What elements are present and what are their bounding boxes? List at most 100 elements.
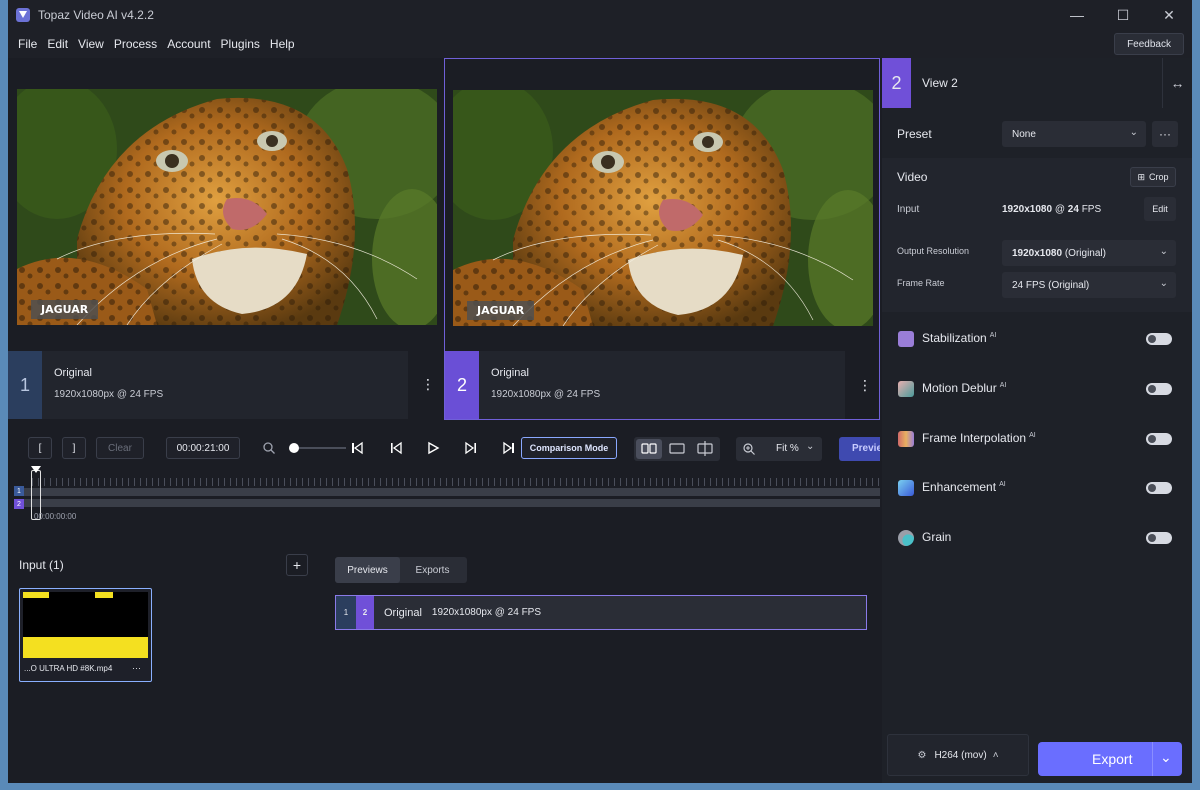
- preview-view-1-number: 1: [336, 596, 356, 629]
- timecode-field[interactable]: 00:00:21:00: [166, 437, 240, 459]
- prev-frame-icon[interactable]: [389, 441, 403, 458]
- ai-badge: AI: [999, 481, 1006, 488]
- next-frame-icon[interactable]: [464, 441, 478, 458]
- timeline-track-2[interactable]: [16, 499, 880, 507]
- viewer-area: JAGUAR 1 Original 1920x1080px @ 24 FPS ⋮: [8, 58, 880, 420]
- tab-previews[interactable]: Previews: [335, 557, 400, 583]
- preview-list-item[interactable]: 1 2 Original 1920x1080px @ 24 FPS: [335, 595, 867, 630]
- frame-interpolation-toggle[interactable]: [1146, 433, 1172, 445]
- preview-button-label: Previe: [852, 443, 880, 454]
- video-preview-image[interactable]: JAGUAR: [17, 89, 437, 325]
- input-file-card[interactable]: ...O ULTRA HD #8K.mp4 ···: [19, 588, 152, 682]
- tab-exports[interactable]: Exports: [400, 557, 465, 583]
- clear-button[interactable]: Clear: [96, 437, 144, 459]
- view-header: 2 View 2 ↔: [882, 58, 1192, 108]
- skip-start-icon[interactable]: [350, 441, 364, 458]
- view-pane-2[interactable]: JAGUAR 2 Original 1920x1080px @ 24 FPS ⋮: [444, 58, 880, 420]
- frame-rate-dropdown[interactable]: 24 FPS (Original) ⌄: [1002, 272, 1176, 298]
- output-resolution-value-bold: 1920x1080: [1012, 247, 1063, 259]
- stabilization-toggle[interactable]: [1146, 333, 1172, 345]
- chevron-down-icon: ⌄: [806, 441, 815, 452]
- pane-title: Original: [54, 367, 92, 379]
- split-view-layout-icon[interactable]: [692, 439, 718, 459]
- zoom-slider-handle[interactable]: [289, 443, 299, 453]
- edit-input-button[interactable]: Edit: [1144, 197, 1176, 221]
- input-fps-unit: FPS: [1081, 204, 1102, 215]
- zoom-dropdown[interactable]: Fit % ⌄: [736, 437, 822, 461]
- pane-info-text: Original 1920x1080px @ 24 FPS: [42, 351, 163, 419]
- crop-button[interactable]: ⊞ Crop: [1130, 167, 1176, 187]
- pane-info-bar[interactable]: 1 Original 1920x1080px @ 24 FPS: [8, 351, 408, 419]
- grain-label: Grain: [922, 530, 952, 544]
- add-input-button[interactable]: +: [286, 554, 308, 576]
- app-window: Topaz Video AI v4.2.2 — ☐ ✕ File Edit Vi…: [8, 0, 1192, 783]
- input-file-more-icon[interactable]: ···: [132, 663, 141, 673]
- export-button[interactable]: Export ⌄: [1038, 742, 1182, 776]
- enhancement-icon: [898, 480, 914, 496]
- single-view-layout-icon[interactable]: [664, 439, 690, 459]
- output-resolution-label: Output Resolution: [897, 246, 970, 256]
- chevron-down-icon: ⌄: [1159, 278, 1168, 289]
- output-resolution-dropdown[interactable]: 1920x1080 (Original) ⌄: [1002, 240, 1176, 266]
- pane-more-icon[interactable]: ⋮: [421, 376, 435, 393]
- side-by-side-layout-icon[interactable]: [636, 439, 662, 459]
- view-title: View 2: [922, 76, 958, 90]
- skip-end-icon[interactable]: [502, 441, 516, 458]
- comparison-mode-button[interactable]: Comparison Mode: [521, 437, 617, 459]
- playhead-marker-icon[interactable]: [31, 466, 41, 473]
- export-options-chevron-icon[interactable]: ⌄: [1160, 749, 1172, 766]
- preview-item-label: Original: [384, 606, 422, 619]
- frame-interpolation-icon: [898, 431, 914, 447]
- feature-grain: Grain: [882, 519, 1192, 555]
- pane-resolution: 1920x1080px @ 24 FPS: [54, 389, 164, 400]
- grain-toggle[interactable]: [1146, 532, 1172, 544]
- stabilization-label: Stabilization: [922, 331, 987, 345]
- menu-process[interactable]: Process: [114, 37, 157, 51]
- feedback-button[interactable]: Feedback: [1114, 33, 1184, 55]
- playback-controls: [ ] Clear 00:00:21:00 Comparison Mode Fi…: [8, 432, 880, 464]
- chevron-down-icon: ⌄: [1129, 127, 1138, 138]
- feature-frame-interpolation: Frame Interpolation AI: [882, 420, 1192, 456]
- settings-sidebar: 2 View 2 ↔ Preset None ⌄ ··· Video ⊞ Crop…: [882, 58, 1192, 783]
- previews-panel: Previews Exports 1 2 Original 1920x1080p…: [324, 544, 880, 783]
- minimize-icon[interactable]: —: [1054, 0, 1100, 30]
- pane-info-bar[interactable]: 2 Original 1920x1080px @ 24 FPS: [445, 351, 845, 419]
- pane-more-icon[interactable]: ⋮: [858, 377, 872, 394]
- menu-file[interactable]: File: [18, 37, 37, 51]
- export-label: Export: [1092, 751, 1133, 767]
- preview-button[interactable]: Previe: [839, 437, 880, 461]
- preset-label: Preset: [897, 127, 932, 141]
- menu-plugins[interactable]: Plugins: [221, 37, 260, 51]
- layout-toggle-group: [634, 437, 720, 461]
- menu-help[interactable]: Help: [270, 37, 295, 51]
- play-icon[interactable]: [426, 441, 440, 458]
- codec-selector[interactable]: ⚙ H264 (mov) ˄: [887, 734, 1029, 776]
- menu-edit[interactable]: Edit: [47, 37, 68, 51]
- motion-deblur-toggle[interactable]: [1146, 383, 1172, 395]
- input-fps: 24: [1067, 204, 1079, 215]
- timeline-track-1[interactable]: [16, 488, 880, 496]
- chevron-down-icon: ⌄: [1159, 246, 1168, 257]
- mark-out-button[interactable]: ]: [62, 437, 86, 459]
- view-pane-1[interactable]: JAGUAR 1 Original 1920x1080px @ 24 FPS ⋮: [8, 58, 444, 420]
- motion-deblur-label: Motion Deblur: [922, 381, 997, 395]
- window-title: Topaz Video AI v4.2.2: [38, 8, 154, 22]
- motion-deblur-icon: [898, 381, 914, 397]
- jaguar-image: [17, 89, 437, 325]
- window-controls: — ☐ ✕: [1054, 0, 1192, 30]
- maximize-icon[interactable]: ☐: [1100, 0, 1146, 30]
- preset-dropdown[interactable]: None ⌄: [1002, 121, 1146, 147]
- input-file-name: ...O ULTRA HD #8K.mp4: [24, 664, 113, 673]
- video-preview-image[interactable]: JAGUAR: [453, 90, 873, 326]
- swap-views-icon[interactable]: ↔: [1162, 58, 1192, 108]
- pane-resolution: 1920x1080px @ 24 FPS: [491, 389, 601, 400]
- mark-in-button[interactable]: [: [28, 437, 52, 459]
- menu-bar: File Edit View Process Account Plugins H…: [8, 30, 1192, 58]
- preset-more-icon[interactable]: ···: [1152, 121, 1178, 147]
- enhancement-toggle[interactable]: [1146, 482, 1172, 494]
- close-icon[interactable]: ✕: [1146, 0, 1192, 30]
- menu-account[interactable]: Account: [167, 37, 210, 51]
- menu-view[interactable]: View: [78, 37, 104, 51]
- timeline[interactable]: 1 2 00:00:00:00: [8, 466, 880, 526]
- zoom-search-icon[interactable]: [262, 441, 276, 458]
